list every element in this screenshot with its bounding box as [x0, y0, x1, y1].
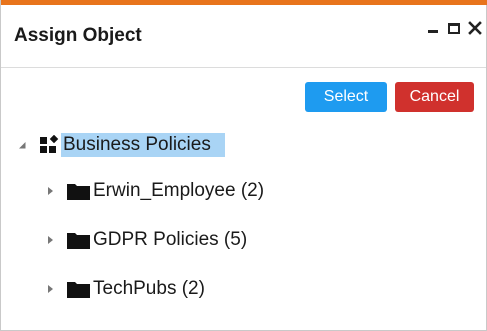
close-icon[interactable]: [468, 21, 482, 35]
caret-expanded-icon[interactable]: [17, 140, 27, 150]
tree-node-techpubs[interactable]: TechPubs (2): [45, 275, 205, 303]
cancel-button[interactable]: Cancel: [395, 82, 474, 112]
folder-icon: [67, 281, 91, 298]
tree-node-business-policies[interactable]: Business Policies: [17, 131, 225, 159]
tree-node-erwin-employee[interactable]: Erwin_Employee (2): [45, 177, 264, 205]
minimize-icon[interactable]: [426, 21, 440, 35]
tree-node-label: GDPR Policies (5): [93, 229, 248, 250]
caret-collapsed-icon[interactable]: [45, 284, 55, 294]
folder-icon: [67, 183, 91, 200]
titlebar-divider: [1, 67, 486, 68]
dialog-titlebar: Assign Object: [1, 5, 486, 67]
maximize-icon[interactable]: [448, 22, 460, 34]
dialog-title: Assign Object: [14, 25, 142, 46]
caret-collapsed-icon[interactable]: [45, 186, 55, 196]
business-policies-icon: [39, 135, 61, 155]
tree-node-gdpr-policies[interactable]: GDPR Policies (5): [45, 226, 247, 254]
folder-icon: [67, 232, 91, 249]
tree-node-label: TechPubs (2): [93, 278, 205, 299]
assign-object-dialog: Assign Object Select Cancel Business Pol…: [0, 0, 487, 331]
window-controls: [426, 21, 482, 35]
select-button[interactable]: Select: [305, 82, 387, 112]
tree-node-label: Erwin_Employee (2): [93, 180, 265, 201]
caret-collapsed-icon[interactable]: [45, 235, 55, 245]
tree-node-label: Business Policies: [61, 133, 225, 157]
